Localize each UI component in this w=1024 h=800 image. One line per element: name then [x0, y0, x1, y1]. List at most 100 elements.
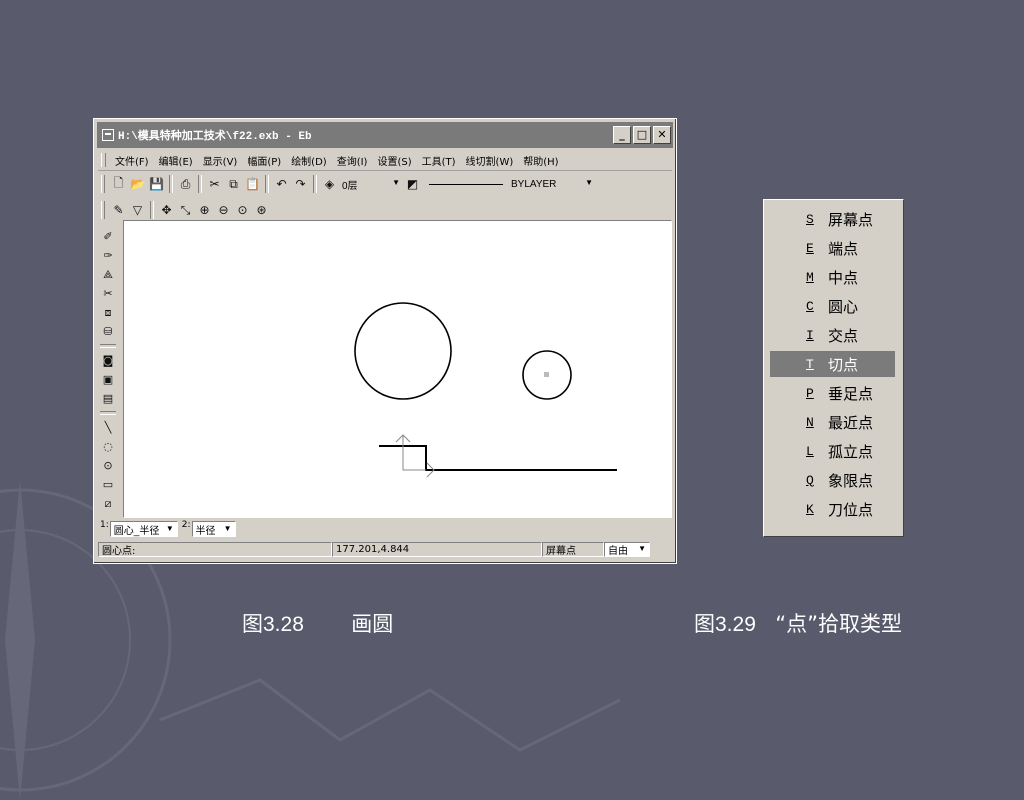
menu-item-key: S [806, 211, 814, 227]
arc-tool-icon[interactable]: ◌ [100, 438, 117, 455]
large-circle[interactable] [354, 302, 452, 400]
maximize-button[interactable]: □ [633, 126, 651, 144]
app-icon[interactable] [102, 129, 114, 141]
filter-icon[interactable]: ▽ [129, 202, 146, 219]
line-tool-icon[interactable]: ╲ [100, 419, 117, 436]
zoom-in-icon[interactable]: ⊕ [196, 202, 213, 219]
edit-icon[interactable]: ✑ [100, 247, 117, 264]
menu-item-intersection[interactable]: I 交点 [770, 322, 895, 348]
snap-mode-select[interactable]: 自由 ▼ [604, 542, 650, 557]
dimension-icon[interactable]: ⟁ [100, 266, 117, 283]
menu-item-perpendicular[interactable]: P 垂足点 [770, 380, 895, 406]
close-button[interactable]: ✕ [653, 126, 671, 144]
rectangle-tool-icon[interactable]: ▭ [100, 476, 117, 493]
camera-icon[interactable]: ◙ [100, 352, 117, 369]
layer-select[interactable]: 0层 ▼ [339, 176, 403, 192]
menu-help[interactable]: 帮助(H) [518, 153, 563, 168]
menu-item-isolated-point[interactable]: L 孤立点 [770, 438, 895, 464]
zoom-out-icon[interactable]: ⊖ [215, 202, 232, 219]
menu-item-label: 中点 [828, 268, 859, 287]
menu-file[interactable]: 文件(F) [110, 153, 154, 168]
toolbar-separator [150, 201, 154, 219]
image-icon[interactable]: ▣ [100, 371, 117, 388]
command-bar: 1: 圆心_半径 ▼ 2: 半径 ▼ [98, 519, 672, 539]
chevron-down-icon: ▼ [223, 524, 232, 533]
menu-item-center[interactable]: C 圆心 [770, 293, 895, 319]
menu-item-key: T [806, 356, 814, 372]
drawing-svg [354, 302, 617, 478]
menu-page[interactable]: 幅面(P) [242, 153, 286, 168]
status-snap[interactable]: 屏幕点 [542, 542, 604, 557]
save-icon[interactable]: 💾 [148, 176, 165, 193]
undo-icon[interactable]: ↶ [273, 176, 290, 193]
line-color-icon[interactable]: ◩ [404, 176, 421, 193]
pan-icon[interactable]: ✥ [158, 202, 175, 219]
menu-item-tool-point[interactable]: K 刀位点 [770, 496, 895, 522]
zoom-window-icon[interactable]: ⤡ [177, 202, 194, 219]
menu-item-nearest[interactable]: N 最近点 [770, 409, 895, 435]
status-bar: 圆心点: 177.201,4.844 屏幕点 自由 ▼ [98, 541, 672, 558]
zoom-all-icon[interactable]: ⊙ [234, 202, 251, 219]
menu-tools[interactable]: 工具(T) [417, 153, 461, 168]
title-bar: H:\模具特种加工技术\f22.exb - Eb _ □ ✕ [97, 122, 673, 148]
linetype-select[interactable]: BYLAYER ▼ [422, 176, 596, 192]
library-icon[interactable]: ⛁ [100, 323, 117, 340]
option2-label: 2: [181, 520, 191, 530]
menu-item-key: N [806, 414, 814, 430]
menu-item-quadrant[interactable]: Q 象限点 [770, 467, 895, 493]
paste-icon[interactable]: 📋 [244, 176, 261, 193]
menu-bar: 文件(F) 编辑(E) 显示(V) 幅面(P) 绘制(D) 查询(I) 设置(S… [98, 150, 672, 171]
cursor-crosshair [402, 435, 426, 471]
menu-item-key: C [806, 298, 814, 314]
radius-mode-value: 半径 [195, 525, 216, 537]
menubar-grip[interactable] [101, 153, 106, 167]
menu-draw[interactable]: 绘制(D) [286, 153, 332, 168]
menu-wire-cut[interactable]: 线切割(W) [461, 153, 519, 168]
hatch-tool-icon[interactable]: ⧄ [100, 495, 117, 512]
linetype-value: BYLAYER [511, 178, 557, 190]
cad-window: H:\模具特种加工技术\f22.exb - Eb _ □ ✕ 文件(F) 编辑(… [93, 118, 677, 564]
radius-mode-select[interactable]: 半径 ▼ [191, 521, 236, 537]
block-icon[interactable]: ⧈ [100, 304, 117, 321]
menu-item-mid-point[interactable]: M 中点 [770, 264, 895, 290]
toolbar-grip[interactable] [101, 201, 105, 219]
minimize-button[interactable]: _ [613, 126, 631, 144]
menu-settings[interactable]: 设置(S) [372, 153, 416, 168]
menu-item-end-point[interactable]: E 端点 [770, 235, 895, 261]
window-title: H:\模具特种加工技术\f22.exb - Eb [118, 131, 312, 143]
open-folder-icon[interactable]: 📂 [129, 176, 146, 193]
zoom-previous-icon[interactable]: ⊛ [253, 202, 270, 219]
menu-edit[interactable]: 编辑(E) [154, 153, 198, 168]
cut-icon[interactable]: ✂ [206, 176, 223, 193]
draw-toolbar: ✐ ✑ ⟁ ✂ ⧈ ⛁ ◙ ▣ ▤ ╲ ◌ ⊙ ▭ ⧄ [98, 227, 118, 517]
step-line[interactable] [379, 445, 617, 471]
menu-item-screen-point[interactable]: S 屏幕点 [770, 206, 895, 232]
pen-icon[interactable]: ✎ [110, 202, 127, 219]
caption-number: 图3.29 [694, 613, 756, 636]
caption-text: “点”拾取类型 [775, 612, 903, 636]
menu-item-label: 圆心 [828, 297, 859, 316]
menu-item-label: 孤立点 [828, 442, 874, 461]
copy-icon[interactable]: ⧉ [225, 176, 242, 193]
pencil-icon[interactable]: ✐ [100, 228, 117, 245]
toolbar-separator [313, 175, 317, 193]
menu-query[interactable]: 查询(I) [332, 153, 373, 168]
print-icon[interactable]: ⎙ [177, 176, 194, 193]
menu-item-label: 切点 [828, 355, 859, 374]
circle-tool-icon[interactable]: ⊙ [100, 457, 117, 474]
trim-icon[interactable]: ✂ [100, 285, 117, 302]
menu-item-label: 交点 [828, 326, 859, 345]
new-file-icon[interactable]: 🗋 [110, 176, 127, 193]
toolbar-grip[interactable] [101, 175, 105, 193]
menu-item-tangent-point[interactable]: T 切点 [770, 351, 895, 377]
chevron-down-icon: ▼ [165, 524, 174, 533]
menu-item-key: Q [806, 472, 814, 488]
layer-icon[interactable]: ◈ [321, 176, 338, 193]
menu-view[interactable]: 显示(V) [198, 153, 243, 168]
menu-item-label: 屏幕点 [828, 210, 874, 229]
menu-item-label: 垂足点 [828, 384, 874, 403]
drawing-canvas[interactable] [123, 220, 672, 518]
redo-icon[interactable]: ↷ [292, 176, 309, 193]
draw-mode-select[interactable]: 圆心_半径 ▼ [109, 521, 178, 537]
report-icon[interactable]: ▤ [100, 390, 117, 407]
